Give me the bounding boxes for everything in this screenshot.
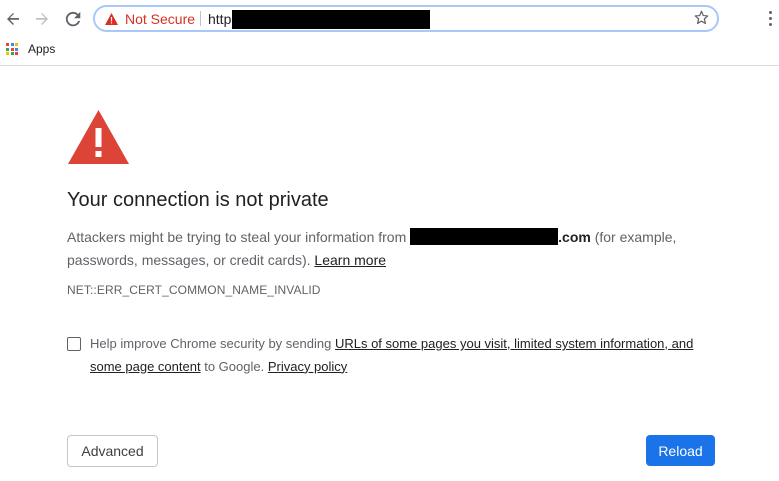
forward-arrow-icon[interactable] xyxy=(31,8,53,30)
advanced-button[interactable]: Advanced xyxy=(67,435,158,467)
back-arrow-icon[interactable] xyxy=(2,8,24,30)
reload-icon[interactable] xyxy=(62,8,84,30)
url-redaction xyxy=(232,10,430,29)
help-improve-checkbox[interactable] xyxy=(67,337,81,351)
reload-button[interactable]: Reload xyxy=(646,435,715,466)
more-menu-icon[interactable] xyxy=(769,11,773,29)
help-improve-text: Help improve Chrome security by sending … xyxy=(90,333,702,378)
omnibox-separator xyxy=(200,11,201,26)
star-icon[interactable] xyxy=(694,10,709,30)
warning-triangle-icon xyxy=(67,109,130,170)
browser-toolbar: Not Secure http xyxy=(0,0,779,38)
description-text: Attackers might be trying to steal your … xyxy=(67,229,407,245)
domain-redaction xyxy=(410,228,559,245)
error-code: NET::ERR_CERT_COMMON_NAME_INVALID xyxy=(67,283,321,297)
url-text[interactable]: http xyxy=(208,11,231,27)
not-secure-label[interactable]: Not Secure xyxy=(125,11,195,27)
bookmarks-bar: Apps xyxy=(0,38,779,66)
address-bar[interactable]: Not Secure http xyxy=(93,5,719,32)
learn-more-link[interactable]: Learn more xyxy=(314,252,386,268)
error-description: Attackers might be trying to steal your … xyxy=(67,226,707,271)
warning-triangle-icon[interactable] xyxy=(105,12,118,30)
help-text-prefix: Help improve Chrome security by sending xyxy=(90,336,332,351)
page-title: Your connection is not private xyxy=(67,189,329,211)
domain-suffix: .com xyxy=(558,229,591,245)
privacy-policy-link[interactable]: Privacy policy xyxy=(268,359,347,374)
help-text-mid: to Google. xyxy=(204,358,265,374)
apps-bookmark[interactable]: Apps xyxy=(28,42,55,56)
apps-grid-icon[interactable] xyxy=(6,43,18,55)
